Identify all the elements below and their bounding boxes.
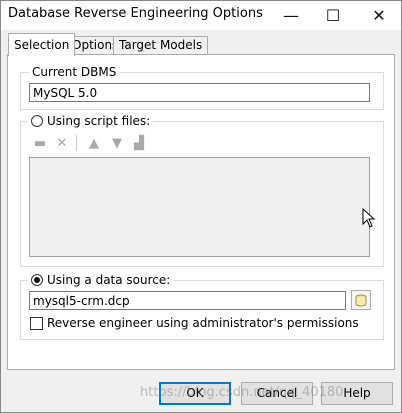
- move-down-icon[interactable]: ▼: [109, 135, 125, 151]
- tab-selection[interactable]: Selection: [8, 33, 76, 56]
- tab-target-models[interactable]: Target Models: [113, 36, 209, 55]
- move-up-icon[interactable]: ▲: [86, 135, 102, 151]
- admin-permissions-checkbox[interactable]: [30, 317, 43, 330]
- current-dbms-legend: Current DBMS: [29, 65, 120, 79]
- maximize-button[interactable]: ☐: [310, 0, 356, 30]
- data-source-label: Using a data source:: [47, 273, 171, 287]
- tab-selection-label: Selection: [14, 38, 70, 52]
- data-source-browse-button[interactable]: [351, 290, 371, 310]
- script-files-list[interactable]: [29, 157, 370, 257]
- close-button[interactable]: ✕: [356, 0, 402, 30]
- tab-target-models-label: Target Models: [119, 38, 203, 52]
- script-files-legend: Using script files:: [28, 114, 154, 128]
- browse-icon[interactable]: ▟: [131, 135, 147, 151]
- help-button-label: Help: [343, 386, 371, 400]
- watermark-text: https://blog.csdn.net/qq_40180: [140, 385, 344, 400]
- window-title: Database Reverse Engineering Options: [8, 6, 263, 21]
- mouse-cursor-icon: [362, 208, 376, 228]
- delete-icon[interactable]: ✕: [54, 135, 70, 151]
- maximize-icon: ☐: [325, 5, 341, 25]
- admin-permissions-label: Reverse engineer using administrator's p…: [47, 316, 359, 330]
- minimize-button[interactable]: —: [268, 0, 314, 30]
- current-dbms-field: MySQL 5.0: [29, 83, 370, 102]
- database-icon: [355, 294, 367, 306]
- data-source-legend: Using a data source:: [28, 273, 174, 287]
- data-source-radio[interactable]: [31, 274, 43, 286]
- toolbar-divider: [76, 135, 77, 151]
- script-files-radio[interactable]: [31, 115, 43, 127]
- add-file-icon[interactable]: ▬: [32, 135, 48, 151]
- data-source-input[interactable]: mysql5-crm.dcp: [29, 291, 346, 310]
- script-files-label: Using script files:: [47, 114, 151, 128]
- close-icon: ✕: [372, 5, 386, 25]
- minimize-icon: —: [283, 5, 299, 25]
- tab-options-label: Options: [72, 38, 119, 52]
